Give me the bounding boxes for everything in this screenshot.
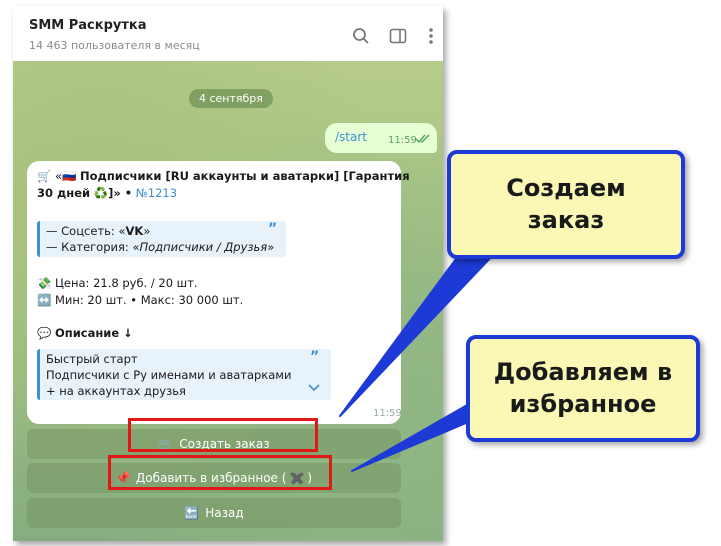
arrows-icon: ↔️ [37, 293, 52, 307]
chat-header: SMM Раскрутка 14 463 пользователя в меся… [13, 6, 443, 61]
cart-icon: 🛒 [37, 169, 52, 183]
back-label: Назад [205, 506, 244, 520]
description-heading: 💬 Описание ↓ [37, 326, 133, 340]
callout-create-order: Создаем заказ [447, 150, 685, 259]
description-line-1: Быстрый старт [46, 352, 138, 366]
quote-icon: ” [268, 221, 278, 237]
title-text-2: 30 дней [37, 186, 91, 200]
category-label: — Категория: « [46, 240, 140, 254]
speech-bubble-icon: 💬 [37, 326, 52, 340]
recycle-icon: ♻️ [93, 186, 109, 200]
title-text-1: Подписчики [RU аккаунты и аватарки] [Гар… [80, 169, 410, 183]
social-end: » [143, 224, 151, 238]
title-line-2: 30 дней ♻️]» • №1213 [37, 186, 177, 200]
price-line: 💸 Цена: 21.8 руб. / 20 шт. [37, 276, 198, 290]
order-id-link[interactable]: №1213 [136, 186, 177, 200]
description-label: Описание ↓ [54, 326, 133, 340]
title-line-1: 🛒 «🇷🇺 Подписчики [RU аккаунты и аватарки… [37, 169, 410, 183]
callout-add-favorite: Добавляем в избранное [466, 335, 700, 442]
add-favorite-highlight [108, 455, 332, 490]
quote-social-line: — Соцсеть: «VK» [46, 224, 150, 238]
create-order-highlight [128, 418, 318, 452]
quote-category-line: — Категория: «Подписчики / Друзья» [46, 240, 274, 254]
social-value: VK [125, 224, 144, 238]
title-prefix: « [54, 169, 63, 183]
incoming-time: 11:59 [373, 408, 402, 419]
category-quote: — Соцсеть: «VK» — Категория: «Подписчики… [37, 221, 286, 257]
search-icon[interactable] [351, 26, 371, 46]
outgoing-text[interactable]: /start [335, 130, 367, 144]
minmax-text: Мин: 20 шт. • Макс: 30 000 шт. [54, 293, 244, 307]
more-icon[interactable] [421, 26, 441, 46]
minmax-line: ↔️ Мин: 20 шт. • Макс: 30 000 шт. [37, 293, 243, 307]
description-line-3: + на аккаунтах друзья [46, 384, 186, 398]
description-quote[interactable]: Быстрый старт Подписчики с Ру именами и … [37, 349, 331, 400]
incoming-message: 🛒 «🇷🇺 Подписчики [RU аккаунты и аватарки… [27, 161, 410, 424]
callout-create-text: Создаем заказ [506, 174, 626, 234]
flag-ru-icon: 🇷🇺 [62, 169, 77, 183]
callout-favorite-text: Добавляем в избранное [493, 358, 673, 418]
back-arrow-icon: 🔙 [184, 506, 200, 520]
date-separator: 4 сентября [189, 89, 273, 108]
category-end: » [267, 240, 275, 254]
money-icon: 💸 [37, 276, 52, 290]
outgoing-time: 11:59 [388, 135, 417, 146]
chat-title: SMM Раскрутка [29, 18, 147, 33]
chat-subtitle: 14 463 пользователя в месяц [29, 39, 200, 52]
price-text: Цена: 21.8 руб. / 20 шт. [54, 276, 198, 290]
back-button[interactable]: 🔙 Назад [27, 498, 401, 528]
description-line-2: Подписчики с Ру именами и аватарками [46, 368, 292, 382]
social-label: — Соцсеть: « [46, 224, 126, 238]
outgoing-message: /start 11:59 [325, 123, 437, 153]
category-value: Подписчики / Друзья [139, 240, 268, 254]
sidebar-icon[interactable] [388, 26, 408, 46]
read-check-icon [415, 134, 430, 144]
title-suffix: ]» • [108, 186, 133, 200]
quote-icon: ” [310, 349, 320, 365]
expand-chevron-icon[interactable] [308, 383, 320, 393]
